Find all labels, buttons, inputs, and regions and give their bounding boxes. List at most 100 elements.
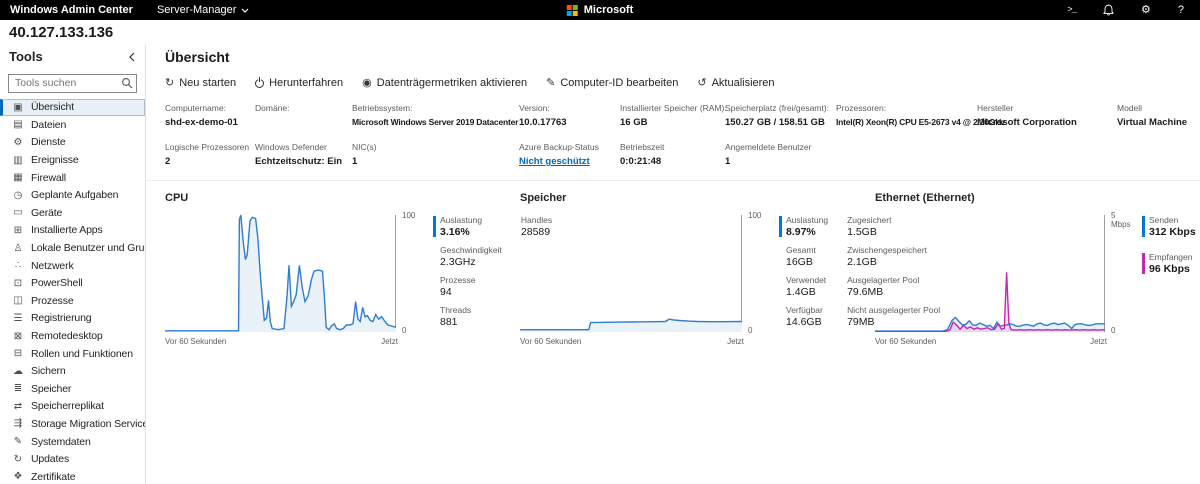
prozesse-icon: ◫ [10, 295, 26, 306]
y-axis-min-label: 0 [402, 326, 406, 335]
sidebar-item-geplante-aufgaben[interactable]: ◷Geplante Aufgaben [0, 186, 145, 204]
detail-value: Microsoft Windows Server 2019 Datacenter [352, 117, 513, 128]
restart-label: Neu starten [179, 77, 236, 89]
sidebar-item-label: Sichern [31, 365, 66, 377]
enable-disk-metrics-icon: ◉ [362, 78, 372, 89]
detail-value: shd-ex-demo-01 [165, 117, 249, 128]
sidebar-item-remotedesktop[interactable]: ⊠Remotedesktop [0, 327, 145, 345]
speicherreplikat-icon: ⇄ [10, 401, 26, 412]
stat-value: 16GB [786, 256, 828, 269]
x-axis-right-label: Jetzt [727, 337, 744, 346]
sidebar-item-geraete[interactable]: ▭Geräte [0, 204, 145, 222]
enable-disk-metrics-button[interactable]: ◉Datenträgermetriken aktivieren [362, 77, 527, 89]
stat-value: 1.4GB [786, 286, 828, 299]
ethernet-y-axis: 5Mbps0 [1107, 215, 1133, 332]
cpu-y-axis: 1000 [398, 215, 424, 332]
sidebar-item-label: Systemdaten [31, 436, 91, 448]
detail-value: 1 [725, 156, 830, 167]
detail-value: Virtual Machine [1117, 117, 1194, 128]
refresh-button[interactable]: ↺Aktualisieren [697, 77, 774, 89]
stat-value: 312 Kbps [1149, 226, 1196, 239]
detail-label: Angemeldete Benutzer [725, 142, 830, 152]
sidebar-item-netzwerk[interactable]: ∴ Netzwerk [0, 257, 145, 275]
sidebar-item-sichern[interactable]: ☁Sichern [0, 362, 145, 380]
sidebar-item-registrierung[interactable]: ☰Registrierung [0, 310, 145, 328]
sidebar-item-dienste[interactable]: ⚙Dienste [0, 134, 145, 152]
microsoft-logo: Microsoft [567, 4, 634, 16]
geplante-aufgaben-icon: ◷ [10, 190, 26, 201]
y-axis-min-label: 0 [1111, 326, 1115, 335]
stat-label: Geschwindigkeit [440, 245, 502, 256]
netzwerk-icon: ∴ [10, 260, 26, 271]
stat-label: Prozesse [440, 275, 502, 286]
dienste-icon: ⚙ [10, 137, 26, 148]
registrierung-icon: ☰ [10, 313, 26, 324]
sidebar-item-label: Netzwerk [31, 260, 74, 272]
shutdown-label: Herunterfahren [269, 77, 343, 89]
sidebar-item-systemdaten[interactable]: ✎ Systemdaten [0, 433, 145, 451]
notifications-icon[interactable] [1103, 4, 1114, 16]
detail-field: Speicherplatz (frei/gesamt):150.27 GB / … [725, 103, 836, 128]
search-input[interactable] [8, 74, 137, 93]
powershell-console-icon[interactable]: >_ [1067, 6, 1076, 15]
microsoft-logo-icon [567, 5, 578, 16]
storage-migration-service-icon: ⇶ [10, 418, 26, 429]
powershell-icon: ⊡ [10, 278, 26, 289]
settings-gear-icon[interactable]: ⚙ [1141, 5, 1151, 16]
sidebar-item-updates[interactable]: ↻Updates [0, 450, 145, 468]
shutdown-button[interactable]: Herunterfahren [255, 77, 343, 89]
ethernet-stat-empfangen: Empfangen96 Kbps [1142, 252, 1196, 276]
geraete-icon: ▭ [10, 207, 26, 218]
stat-label: Auslastung [786, 215, 828, 226]
search-icon [121, 76, 133, 94]
refresh-icon: ↺ [697, 78, 706, 89]
edit-computer-id-button[interactable]: ✎Computer-ID bearbeiten [546, 77, 678, 89]
detail-field: Installierter Speicher (RAM):16 GB [620, 103, 725, 128]
y-axis-max-label: 100 [402, 211, 415, 220]
stat-value: 8.97% [786, 226, 828, 239]
azure-backup-status-link[interactable]: Nicht geschützt [519, 156, 614, 167]
speicher-y-axis: 1000 [744, 215, 770, 332]
solution-menu[interactable]: Server-Manager [157, 4, 249, 16]
detail-field: NIC(s)1 [352, 142, 519, 167]
sidebar-item-storage-migration-service[interactable]: ⇶Storage Migration Service [0, 415, 145, 433]
legend-bar [433, 216, 436, 237]
sidebar-item-firewall[interactable]: ▦Firewall [0, 169, 145, 187]
stat-value: 2.3GHz [440, 256, 502, 269]
detail-field: Angemeldete Benutzer 1 [725, 142, 836, 167]
sidebar-item-rollen-und-funktionen[interactable]: ⊟Rollen und Funktionen [0, 345, 145, 363]
detail-label: Hersteller [977, 103, 1111, 113]
speicher-stat-verfügbar: Verfügbar14.6GB [779, 305, 828, 329]
sidebar-item-lokale-benutzer-und-gruppen[interactable]: ♙Lokale Benutzer und Gruppen [0, 239, 145, 257]
sidebar-item-ereignisse[interactable]: ▥Ereignisse [0, 151, 145, 169]
detail-field: ModellVirtual Machine [1117, 103, 1200, 128]
sidebar-item-label: PowerShell [31, 277, 83, 289]
legend-bar [1142, 253, 1145, 274]
solution-label: Server-Manager [157, 4, 236, 16]
sidebar-item-installierte-apps[interactable]: ⊞Installierte Apps [0, 222, 145, 240]
shutdown-icon [255, 79, 264, 88]
sidebar-item-prozesse[interactable]: ◫Prozesse [0, 292, 145, 310]
restart-button[interactable]: ↻Neu starten [165, 77, 236, 89]
sidebar-item-label: Speicherreplikat [31, 400, 104, 412]
tools-nav: ▣Übersicht▤Dateien⚙Dienste▥Ereignisse▦Fi… [0, 99, 145, 484]
help-icon[interactable]: ? [1178, 5, 1184, 16]
detail-field: Computername:shd-ex-demo-01 [165, 103, 255, 128]
systemdaten-icon: ✎ [10, 436, 26, 447]
collapse-sidebar-button[interactable] [129, 52, 135, 62]
stat-label: Threads [440, 305, 502, 316]
sidebar-item-dateien[interactable]: ▤Dateien [0, 116, 145, 134]
detail-field: Betriebszeit0:0:21:48 [620, 142, 725, 167]
detail-field: HerstellerMicrosoft Corporation [977, 103, 1117, 128]
speicher-stat-gesamt: Gesamt16GB [779, 245, 828, 269]
sidebar-item-powershell[interactable]: ⊡ PowerShell [0, 274, 145, 292]
sidebar-item-zertifikate[interactable]: ❖Zertifikate [0, 468, 145, 484]
detail-field: Betriebssystem:Microsoft Windows Server … [352, 103, 519, 128]
firewall-icon: ▦ [10, 172, 26, 183]
sidebar-item-speicher[interactable]: ≣Speicher [0, 380, 145, 398]
sidebar-item-speicherreplikat[interactable]: ⇄ Speicherreplikat [0, 398, 145, 416]
y-axis-max-label: 100 [748, 211, 761, 220]
ethernet-chart-svg [875, 215, 1105, 332]
sidebar-item-uebersicht[interactable]: ▣Übersicht [0, 99, 145, 117]
cpu-stat-prozesse: Prozesse94 [433, 275, 502, 299]
